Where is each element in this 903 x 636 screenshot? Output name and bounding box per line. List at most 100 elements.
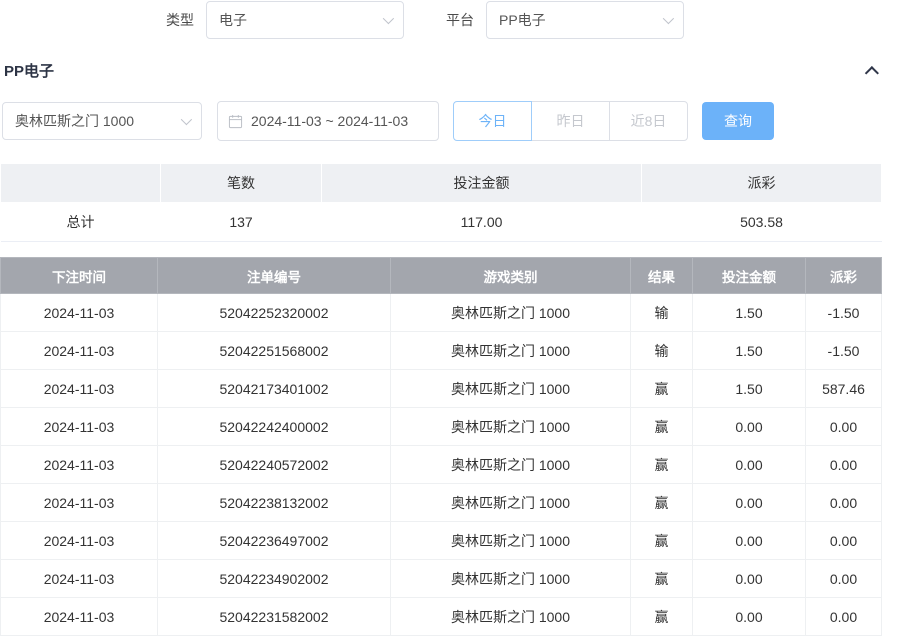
top-filter-row: 类型 电子 平台 PP电子 [166,0,881,40]
cell-payout: 0.00 [806,598,882,636]
header-payout: 派彩 [806,258,882,294]
cell-result: 赢 [631,598,693,636]
cell-bet-time: 2024-11-03 [1,332,158,370]
chevron-down-icon [663,13,674,24]
cell-game-category: 奥林匹斯之门 1000 [391,370,631,408]
summary-header-empty [1,164,161,203]
cell-payout: -1.50 [806,332,882,370]
summary-table: 笔数 投注金额 派彩 总计 137 117.00 503.58 [0,163,882,242]
platform-select[interactable]: PP电子 [486,1,684,39]
cell-bet-time: 2024-11-03 [1,294,158,332]
chevron-down-icon [181,114,192,125]
date-range-picker[interactable]: 2024-11-03 ~ 2024-11-03 [217,101,439,141]
header-game-category: 游戏类别 [391,258,631,294]
cell-bet-no: 52042251568002 [158,332,391,370]
cell-bet-amount: 0.00 [693,484,806,522]
quick-date-button-group: 今日 昨日 近8日 [453,101,688,141]
cell-bet-amount: 1.50 [693,370,806,408]
table-row: 2024-11-03 52042234902002 奥林匹斯之门 1000 赢 … [1,560,882,598]
type-select[interactable]: 电子 [206,1,404,39]
cell-bet-no: 52042234902002 [158,560,391,598]
header-bet-no: 注单编号 [158,258,391,294]
platform-label: 平台 [446,10,474,30]
summary-header-count: 笔数 [161,164,322,203]
cell-game-category: 奥林匹斯之门 1000 [391,446,631,484]
cell-bet-time: 2024-11-03 [1,598,158,636]
yesterday-button[interactable]: 昨日 [531,101,610,141]
last-8-days-button[interactable]: 近8日 [609,101,688,141]
cell-bet-amount: 1.50 [693,332,806,370]
cell-result: 赢 [631,370,693,408]
summary-header-bet-amount: 投注金额 [322,164,642,203]
cell-payout: 0.00 [806,408,882,446]
section-title: PP电子 [4,60,54,81]
cell-bet-no: 52042242400002 [158,408,391,446]
cell-bet-no: 52042238132002 [158,484,391,522]
table-row: 2024-11-03 52042251568002 奥林匹斯之门 1000 输 … [1,332,882,370]
summary-total-label: 总计 [1,203,161,242]
bet-table: 下注时间 注单编号 游戏类别 结果 投注金额 派彩 2024-11-03 520… [0,257,882,636]
table-row: 2024-11-03 52042236497002 奥林匹斯之门 1000 赢 … [1,522,882,560]
cell-game-category: 奥林匹斯之门 1000 [391,598,631,636]
type-label: 类型 [166,10,194,30]
header-result: 结果 [631,258,693,294]
cell-result: 输 [631,294,693,332]
summary-total-row: 总计 137 117.00 503.58 [1,203,882,242]
type-select-value: 电子 [219,10,247,30]
header-bet-time: 下注时间 [1,258,158,294]
calendar-icon [228,114,243,129]
cell-result: 赢 [631,522,693,560]
game-select[interactable]: 奥林匹斯之门 1000 [2,102,202,140]
page: 类型 电子 平台 PP电子 PP电子 奥林匹斯之门 1000 [0,0,903,636]
table-row: 2024-11-03 52042173401002 奥林匹斯之门 1000 赢 … [1,370,882,408]
summary-total-payout: 503.58 [642,203,882,242]
summary-header-payout: 派彩 [642,164,882,203]
cell-bet-time: 2024-11-03 [1,522,158,560]
platform-select-value: PP电子 [499,10,546,30]
cell-bet-amount: 0.00 [693,408,806,446]
summary-header-row: 笔数 投注金额 派彩 [1,164,882,203]
cell-game-category: 奥林匹斯之门 1000 [391,484,631,522]
cell-payout: 587.46 [806,370,882,408]
cell-bet-amount: 1.50 [693,294,806,332]
cell-bet-amount: 0.00 [693,560,806,598]
cell-bet-amount: 0.00 [693,598,806,636]
cell-bet-time: 2024-11-03 [1,560,158,598]
cell-game-category: 奥林匹斯之门 1000 [391,408,631,446]
cell-result: 赢 [631,560,693,598]
header-bet-amount: 投注金额 [693,258,806,294]
table-row: 2024-11-03 52042240572002 奥林匹斯之门 1000 赢 … [1,446,882,484]
summary-total-bet-amount: 117.00 [322,203,642,242]
bet-table-body: 2024-11-03 52042252320002 奥林匹斯之门 1000 输 … [1,294,882,636]
game-select-value: 奥林匹斯之门 1000 [15,111,134,131]
cell-game-category: 奥林匹斯之门 1000 [391,332,631,370]
cell-payout: -1.50 [806,294,882,332]
cell-bet-time: 2024-11-03 [1,370,158,408]
cell-bet-time: 2024-11-03 [1,408,158,446]
cell-bet-amount: 0.00 [693,446,806,484]
cell-bet-no: 52042252320002 [158,294,391,332]
cell-game-category: 奥林匹斯之门 1000 [391,522,631,560]
search-button[interactable]: 查询 [702,102,774,140]
today-button[interactable]: 今日 [453,101,532,141]
table-row: 2024-11-03 52042238132002 奥林匹斯之门 1000 赢 … [1,484,882,522]
cell-payout: 0.00 [806,560,882,598]
chevron-up-icon[interactable] [865,66,879,80]
table-row: 2024-11-03 52042252320002 奥林匹斯之门 1000 输 … [1,294,882,332]
summary-total-count: 137 [161,203,322,242]
filter-bar: 奥林匹斯之门 1000 2024-11-03 ~ 2024-11-03 今日 昨… [2,101,881,141]
bet-table-header-row: 下注时间 注单编号 游戏类别 结果 投注金额 派彩 [1,258,882,294]
table-row: 2024-11-03 52042242400002 奥林匹斯之门 1000 赢 … [1,408,882,446]
cell-payout: 0.00 [806,446,882,484]
cell-bet-no: 52042240572002 [158,446,391,484]
cell-game-category: 奥林匹斯之门 1000 [391,294,631,332]
cell-payout: 0.00 [806,484,882,522]
cell-result: 输 [631,332,693,370]
cell-payout: 0.00 [806,522,882,560]
date-range-value: 2024-11-03 ~ 2024-11-03 [251,113,408,129]
cell-result: 赢 [631,446,693,484]
cell-bet-no: 52042173401002 [158,370,391,408]
cell-bet-no: 52042236497002 [158,522,391,560]
cell-game-category: 奥林匹斯之门 1000 [391,560,631,598]
cell-result: 赢 [631,408,693,446]
